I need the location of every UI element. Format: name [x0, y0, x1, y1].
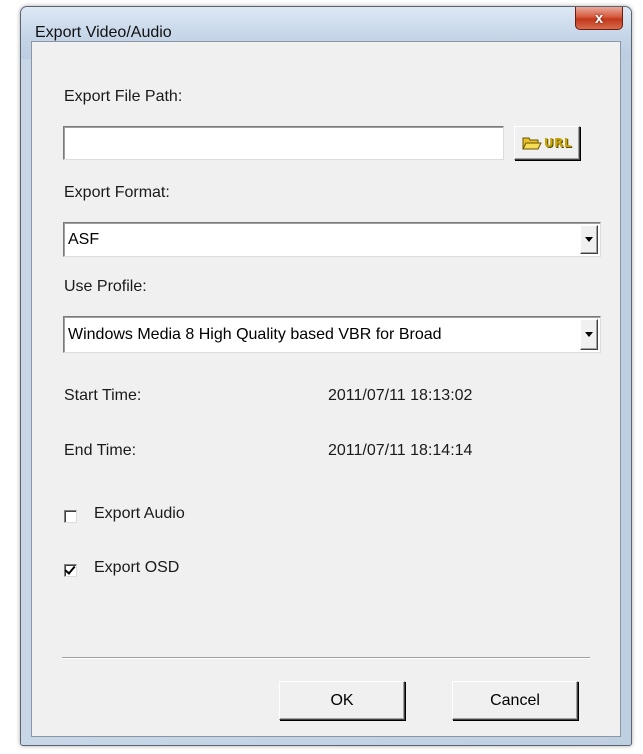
export-format-dropdown-arrow[interactable]	[580, 225, 598, 254]
use-profile-dropdown[interactable]: Windows Media 8 High Quality based VBR f…	[63, 316, 601, 353]
export-dialog: Export Video/Audio x Export File Path: U…	[20, 6, 632, 746]
close-button[interactable]: x	[575, 7, 623, 30]
folder-open-icon	[522, 137, 542, 150]
use-profile-dropdown-arrow[interactable]	[580, 319, 598, 350]
export-audio-label[interactable]: Export Audio	[94, 505, 185, 523]
separator	[62, 657, 590, 659]
cancel-button[interactable]: Cancel	[452, 681, 578, 720]
export-osd-label[interactable]: Export OSD	[94, 559, 179, 577]
dialog-body: Export File Path: URL Export Format: ASF…	[31, 41, 621, 737]
export-format-label: Export Format:	[64, 184, 170, 201]
ok-button[interactable]: OK	[279, 681, 405, 720]
use-profile-value: Windows Media 8 High Quality based VBR f…	[68, 325, 442, 343]
window-title: Export Video/Audio	[35, 24, 172, 41]
export-format-dropdown[interactable]: ASF	[63, 222, 601, 257]
browse-url-button[interactable]: URL	[514, 126, 580, 160]
export-format-value: ASF	[68, 230, 100, 248]
export-audio-checkbox[interactable]	[64, 510, 77, 523]
start-time-label: Start Time:	[64, 387, 142, 404]
url-label: URL	[543, 136, 573, 150]
checkmark-icon	[64, 563, 76, 575]
export-file-path-label: Export File Path:	[64, 88, 183, 105]
use-profile-label: Use Profile:	[64, 278, 147, 295]
chevron-down-icon	[585, 332, 593, 337]
chevron-down-icon	[585, 237, 593, 242]
end-time-label: End Time:	[64, 442, 137, 459]
end-time-value: 2011/07/11 18:14:14	[328, 442, 473, 459]
cancel-button-label: Cancel	[490, 691, 540, 709]
start-time-value: 2011/07/11 18:13:02	[328, 387, 473, 404]
export-file-path-input[interactable]	[63, 126, 504, 160]
close-icon: x	[594, 9, 604, 27]
ok-button-label: OK	[330, 691, 354, 709]
export-osd-checkbox[interactable]	[64, 563, 77, 577]
